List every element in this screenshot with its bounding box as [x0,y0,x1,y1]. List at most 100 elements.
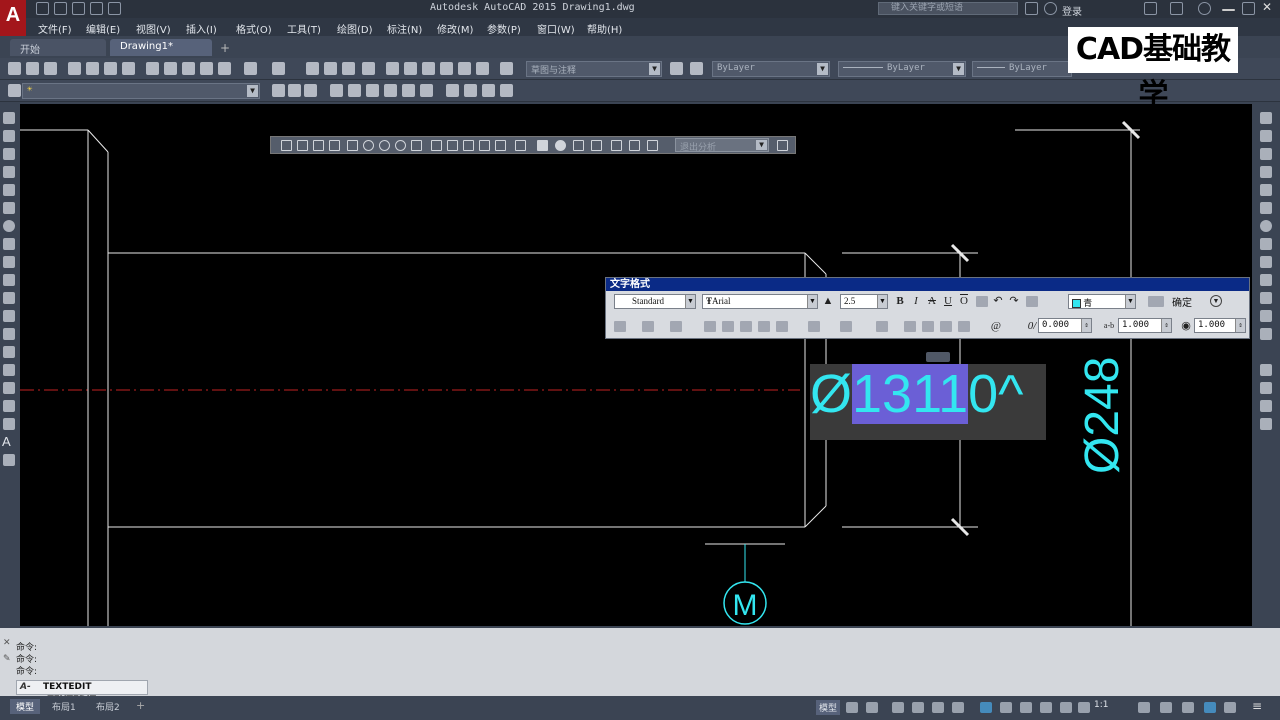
tolerance-icon[interactable] [537,140,548,151]
numbering-icon[interactable] [840,321,852,332]
columns-icon[interactable] [614,321,626,332]
array-icon[interactable] [1260,184,1272,196]
italic-button[interactable]: I [910,295,922,307]
redo-icon[interactable] [272,62,285,75]
undo-icon[interactable] [244,62,257,75]
isodraft-icon[interactable] [932,702,944,713]
zoom-window-icon[interactable] [342,62,355,75]
layer-iso-icon[interactable] [330,84,343,97]
toolpalettes-icon[interactable] [422,62,435,75]
lowercase-icon[interactable] [922,321,934,332]
menu-modify[interactable]: 修改(M) [437,21,473,36]
tab-layout2[interactable]: 布局2 [90,699,126,714]
blend-icon[interactable] [1260,400,1272,412]
point-icon[interactable] [3,346,15,358]
symbol-icon[interactable]: @ [990,320,1002,332]
dim-edit-icon[interactable] [611,140,622,151]
menu-tools[interactable]: 工具(T) [287,21,321,36]
blockeditor-icon[interactable] [218,62,231,75]
dim-baseline-icon[interactable] [515,140,526,151]
annotative-icon[interactable]: ▲ [822,295,834,307]
justify-icon[interactable] [758,321,770,332]
mirror-icon[interactable] [1260,148,1272,160]
text-style-select[interactable]: Standard ▼ [614,294,696,309]
plot-icon[interactable] [68,62,81,75]
xline-icon[interactable] [297,140,308,151]
workspace-switch-icon[interactable] [1138,702,1150,713]
customize-icon[interactable]: ≡ [1252,699,1262,713]
qnew-icon[interactable] [8,62,21,75]
copy-icon[interactable] [164,62,177,75]
annotation-visibility-icon[interactable] [1060,702,1072,713]
align-left-icon[interactable] [704,321,716,332]
ellipse-icon[interactable] [3,274,15,286]
help-tool-icon[interactable] [500,62,513,75]
line-icon[interactable] [281,140,292,151]
uppercase-icon[interactable] [904,321,916,332]
explode-icon[interactable] [1260,418,1272,430]
region-icon[interactable] [3,400,15,412]
dim-ordinate-icon[interactable] [479,140,490,151]
redo-icon[interactable]: ↷ [1008,295,1020,307]
break-icon[interactable] [1260,310,1272,322]
menu-format[interactable]: 格式(O) [236,21,272,36]
oblique-angle-input[interactable]: 0.000 ⇕ [1038,318,1092,333]
linetype-select[interactable]: ByLayer ▼ [838,61,966,77]
superscript-icon[interactable] [940,321,952,332]
inspection-icon[interactable] [573,140,584,151]
line-spacing-icon[interactable] [808,321,820,332]
annotation-scale[interactable]: 1:1 [1094,700,1108,710]
markup-icon[interactable] [458,62,471,75]
snap-icon[interactable] [866,702,878,713]
workspace-select[interactable]: 草图与注释 ▼ [526,61,662,77]
zoom-previous-icon[interactable] [362,62,375,75]
isolate-objects-icon[interactable] [1182,702,1194,713]
arc-icon[interactable] [3,202,15,214]
layer-merge-icon[interactable] [464,84,477,97]
insert-field-icon[interactable] [876,321,888,332]
ortho-icon[interactable] [892,702,904,713]
annotation-monitor-icon[interactable] [1160,702,1172,713]
layer-state-icon[interactable] [304,84,317,97]
menu-view[interactable]: 视图(V) [136,21,171,36]
stretch-icon[interactable] [1260,256,1272,268]
insert-block-icon[interactable] [3,310,15,322]
new-tab-icon[interactable]: + [220,41,230,55]
align-center-icon[interactable] [722,321,734,332]
construction-line-icon[interactable] [3,130,15,142]
layer-select[interactable]: ☀ ▼ [22,83,260,99]
stack-icon[interactable] [1026,296,1038,307]
layer-walk-icon[interactable] [446,84,459,97]
dim-linear-icon[interactable] [431,140,442,151]
otrack-icon[interactable] [952,702,964,713]
polygon-icon[interactable] [3,166,15,178]
open-file-icon[interactable] [54,2,67,15]
text-formatting-toolbar[interactable]: 文字格式 Standard ▼ ŦArial ▼ ▲ 2.5 ▼ B I A U O … [605,277,1250,339]
maximize-icon[interactable] [1242,2,1255,15]
text-color-select[interactable]: 青 ▼ [1068,294,1136,309]
rectangle-icon[interactable] [3,184,15,196]
dim-update-icon[interactable] [647,140,658,151]
make-current-icon[interactable] [272,84,285,97]
circle-icon[interactable] [363,140,374,151]
add-layout-icon[interactable]: + [136,699,145,712]
match-format-icon[interactable] [976,296,988,307]
scale-icon[interactable] [1260,238,1272,250]
mtext-content[interactable]: Ø13110^ [810,364,1024,424]
tab-model[interactable]: 模型 [10,699,41,714]
tab-layout1[interactable]: 布局1 [46,699,82,714]
revision-cloud-icon[interactable] [3,238,15,250]
move-icon[interactable] [1260,202,1272,214]
save-icon[interactable] [72,2,85,15]
rectangle-icon[interactable] [347,140,358,151]
menu-edit[interactable]: 编辑(E) [86,21,120,36]
width-factor-input[interactable]: 1.000 ⇕ [1194,318,1246,333]
gradient-icon[interactable] [3,382,15,394]
application-menu-button[interactable]: A [0,0,26,36]
polar-icon[interactable] [912,702,924,713]
circle-icon[interactable] [3,220,15,232]
dim-aligned-icon[interactable] [447,140,458,151]
undo-icon[interactable]: ↶ [992,295,1004,307]
selection-cycling-icon[interactable] [1040,702,1052,713]
menu-parametric[interactable]: 参数(P) [487,21,521,36]
